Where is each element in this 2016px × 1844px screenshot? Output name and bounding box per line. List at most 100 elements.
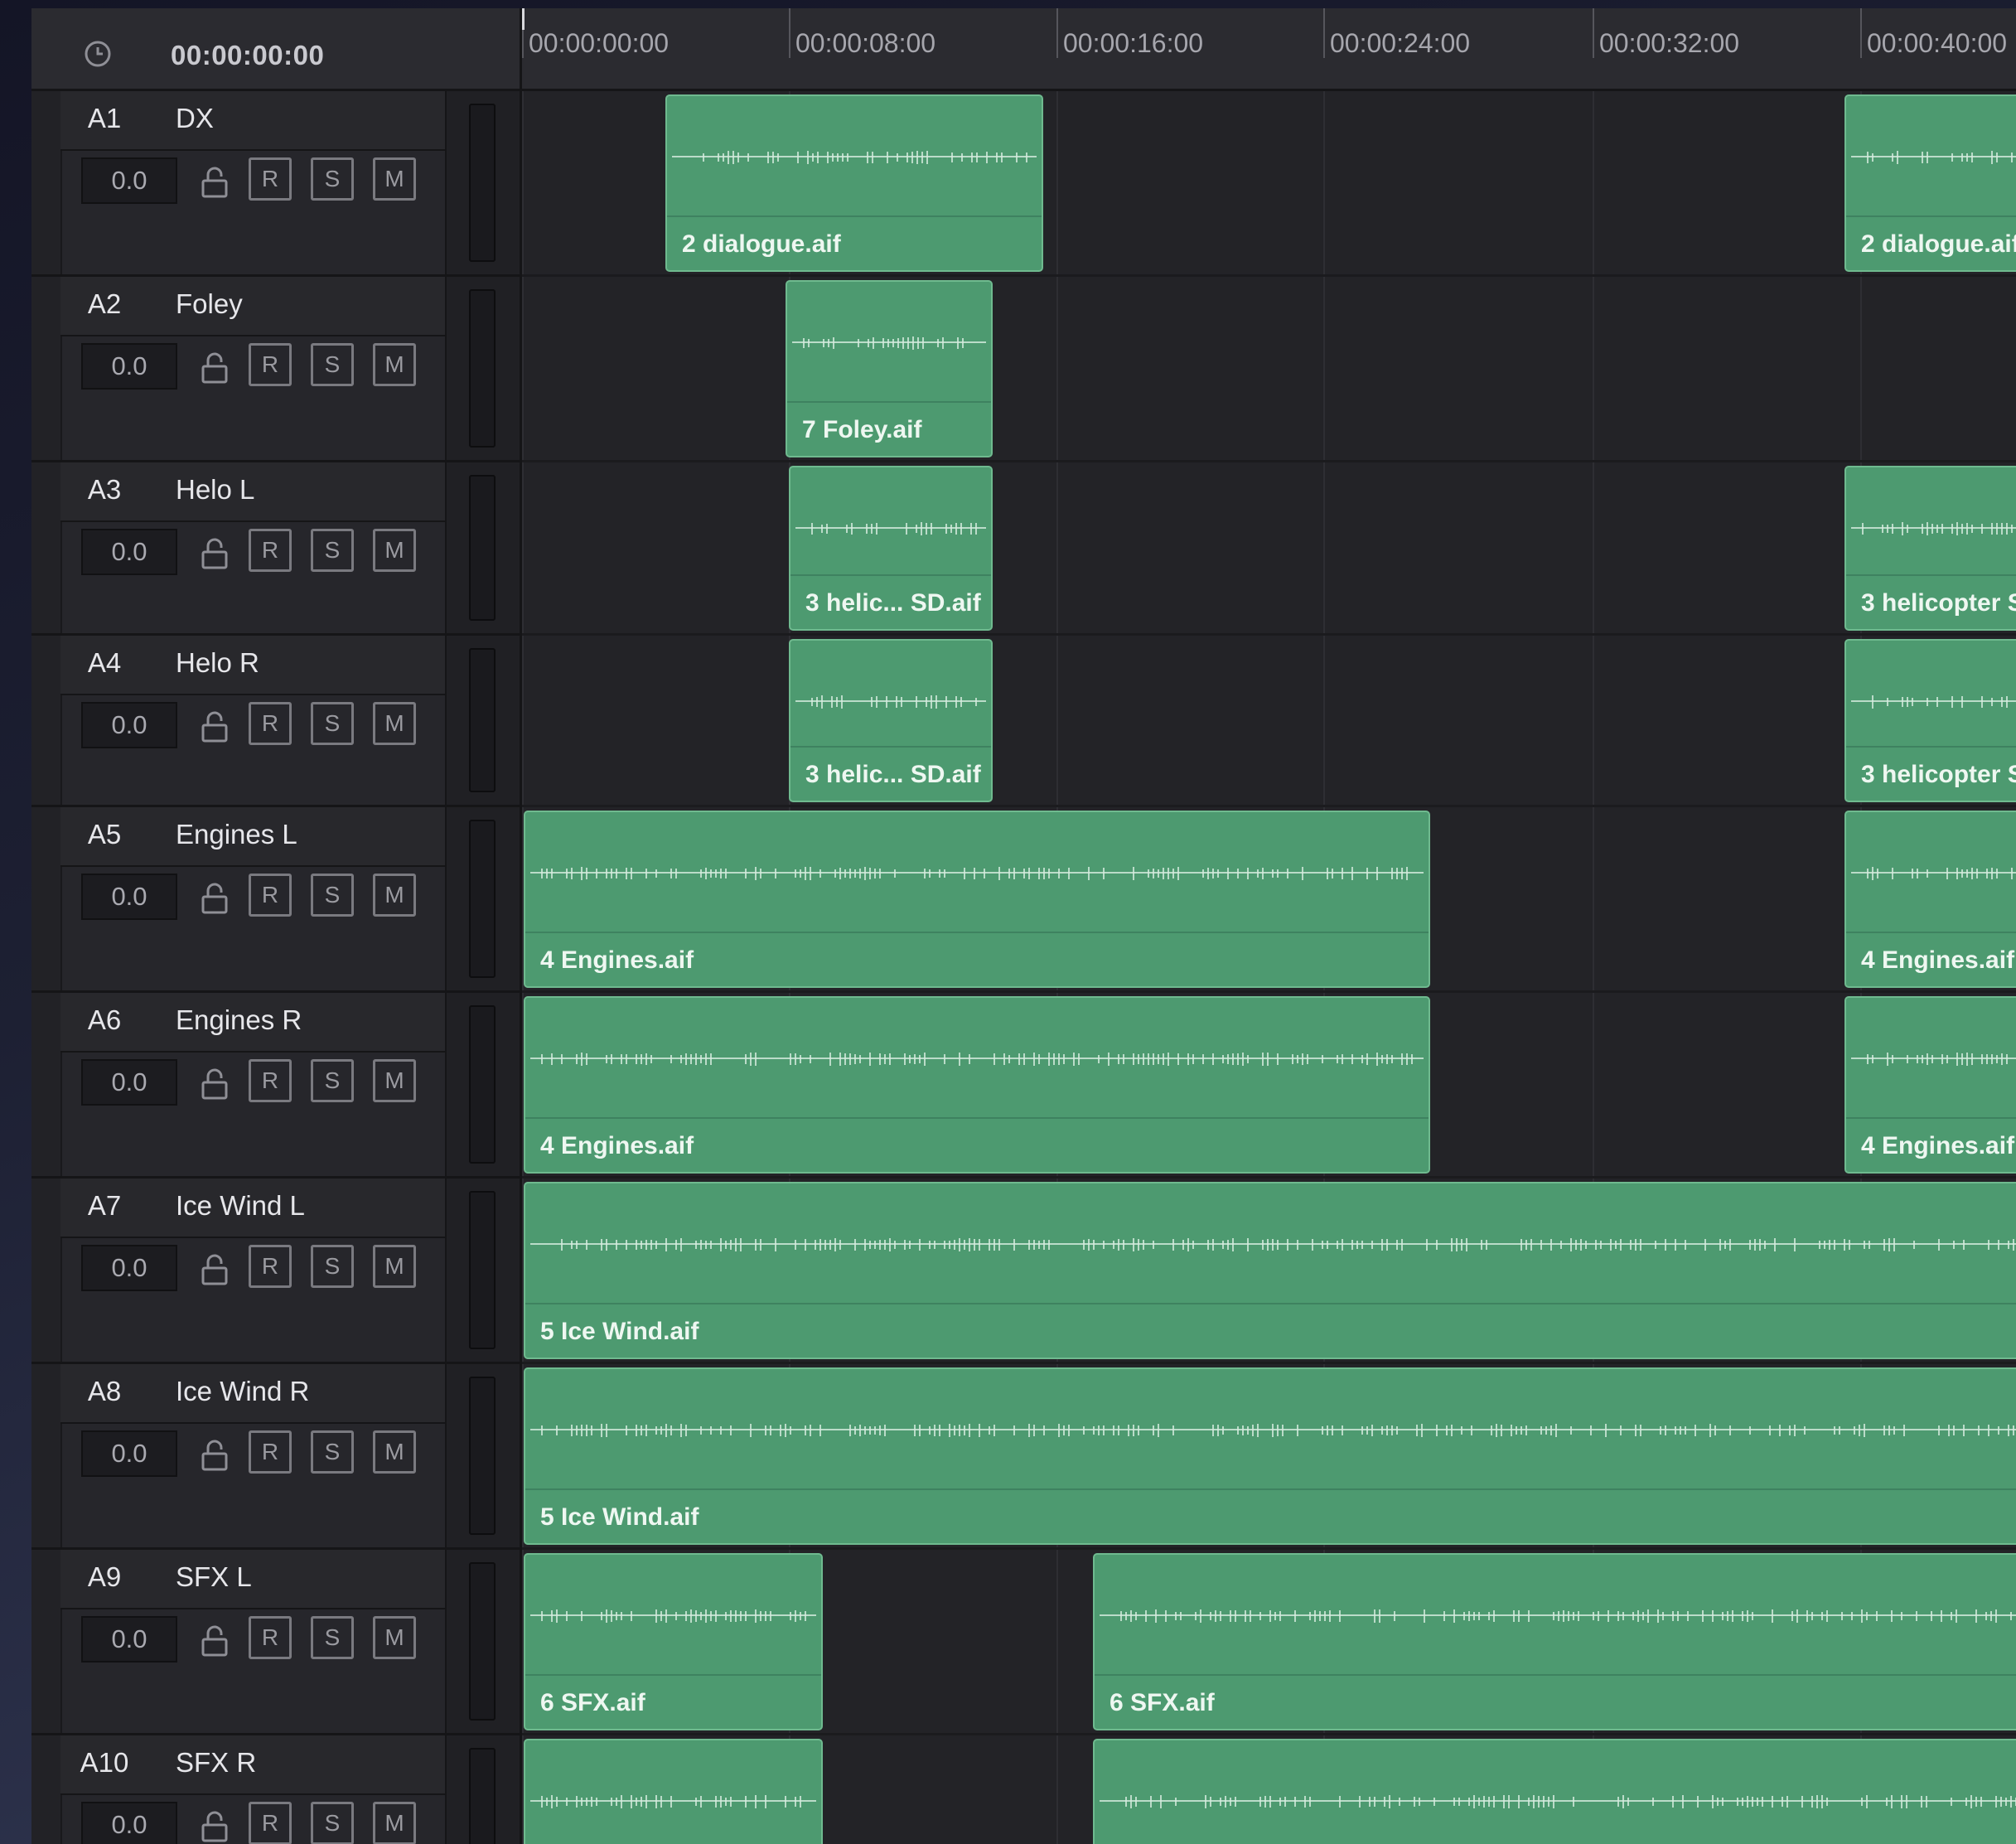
ruler-label: 00:00:16:00 — [1063, 28, 1204, 58]
track-volume[interactable]: 0.0 — [81, 157, 177, 204]
audio-clip[interactable] — [1093, 1739, 2016, 1844]
mute-button[interactable]: M — [373, 1616, 416, 1659]
record-button[interactable]: R — [249, 343, 292, 386]
time-ruler[interactable]: 00:00:00:00 00:00:08:00 00:00:16:00 00:00:2… — [522, 8, 2016, 91]
lock-icon[interactable] — [201, 1624, 229, 1658]
record-button[interactable]: R — [249, 157, 292, 201]
track-volume[interactable]: 0.0 — [81, 874, 177, 920]
lock-icon[interactable] — [201, 710, 229, 743]
track-name[interactable]: Engines R — [176, 1004, 302, 1036]
audio-clip[interactable]: 3 helicopter SD.aif — [1844, 466, 2016, 631]
audio-clip[interactable]: 7 Foley.aif — [786, 280, 993, 457]
lock-icon[interactable] — [201, 882, 229, 915]
record-button[interactable]: R — [249, 1616, 292, 1659]
track-name[interactable]: DX — [176, 103, 214, 134]
audio-clip[interactable]: 4 Engines.aif — [1844, 811, 2016, 988]
mute-button[interactable]: M — [373, 874, 416, 917]
solo-button[interactable]: S — [311, 529, 354, 572]
mute-button[interactable]: M — [373, 343, 416, 386]
track-name[interactable]: SFX R — [176, 1747, 256, 1779]
track-name[interactable]: Ice Wind R — [176, 1376, 309, 1407]
mute-button[interactable]: M — [373, 1059, 416, 1102]
track-name-cell[interactable]: Engines L — [148, 807, 445, 867]
audio-clip[interactable]: 6 SFX.aif — [1093, 1553, 2016, 1730]
level-meter — [469, 648, 496, 792]
track-name[interactable]: Helo R — [176, 647, 259, 679]
record-button[interactable]: R — [249, 1802, 292, 1844]
track-volume[interactable]: 0.0 — [81, 1245, 177, 1291]
lock-icon[interactable] — [201, 1439, 229, 1472]
track-name[interactable]: Ice Wind L — [176, 1190, 305, 1222]
record-button[interactable]: R — [249, 1245, 292, 1288]
lock-icon[interactable] — [201, 351, 229, 385]
record-button[interactable]: R — [249, 874, 292, 917]
solo-button[interactable]: S — [311, 1059, 354, 1102]
lock-icon[interactable] — [201, 537, 229, 570]
mute-button[interactable]: M — [373, 702, 416, 745]
track-volume[interactable]: 0.0 — [81, 343, 177, 390]
audio-clip[interactable]: 2 dialogue.aif — [1844, 94, 2016, 272]
meter-column — [445, 1735, 522, 1844]
track-name-cell[interactable]: SFX L — [148, 1550, 445, 1609]
solo-button[interactable]: S — [311, 702, 354, 745]
track-name-cell[interactable]: Ice Wind L — [148, 1179, 445, 1238]
track-volume[interactable]: 0.0 — [81, 702, 177, 748]
track-volume[interactable]: 0.0 — [81, 1430, 177, 1477]
track-name[interactable]: Helo L — [176, 474, 254, 506]
solo-button[interactable]: S — [311, 1245, 354, 1288]
mute-button[interactable]: M — [373, 529, 416, 572]
level-meter — [469, 104, 496, 262]
audio-clip[interactable]: 4 Engines.aif — [524, 811, 1430, 988]
record-button[interactable]: R — [249, 529, 292, 572]
audio-clip[interactable]: 4 Engines.aif — [524, 996, 1430, 1174]
mute-button[interactable]: M — [373, 157, 416, 201]
track-name-cell[interactable]: Ice Wind R — [148, 1364, 445, 1424]
track-volume[interactable]: 0.0 — [81, 1802, 177, 1844]
audio-clip[interactable]: 3 helic... SD.aif — [789, 639, 993, 802]
audio-clip[interactable]: 5 Ice Wind.aif — [524, 1182, 2016, 1359]
audio-clip[interactable]: 5 Ice Wind.aif — [524, 1367, 2016, 1545]
audio-clip[interactable] — [524, 1739, 823, 1844]
lock-icon[interactable] — [201, 1253, 229, 1286]
track-name[interactable]: SFX L — [176, 1561, 252, 1593]
track-name[interactable]: Foley — [176, 288, 243, 320]
mute-button[interactable]: M — [373, 1245, 416, 1288]
audio-clip[interactable]: 3 helicopter SD.aif — [1844, 639, 2016, 802]
audio-clip[interactable]: 3 helic... SD.aif — [789, 466, 993, 631]
record-button[interactable]: R — [249, 1430, 292, 1474]
track-name-cell[interactable]: Helo L — [148, 462, 445, 522]
solo-button[interactable]: S — [311, 874, 354, 917]
record-button[interactable]: R — [249, 1059, 292, 1102]
audio-clip[interactable]: 6 SFX.aif — [524, 1553, 823, 1730]
solo-button[interactable]: S — [311, 157, 354, 201]
lock-icon[interactable] — [201, 1067, 229, 1101]
clock-icon[interactable] — [84, 40, 112, 68]
track-id: A5 — [87, 819, 122, 849]
track-volume[interactable]: 0.0 — [81, 529, 177, 575]
timecode-display[interactable]: 00:00:00:00 — [171, 40, 324, 71]
track-name-cell[interactable]: Foley — [148, 277, 445, 336]
ruler-tick — [1593, 8, 1594, 58]
track-name-cell[interactable]: DX — [148, 91, 445, 151]
track-header-a3: A3 Helo L 0.0 R S M — [31, 462, 522, 636]
track-name-cell[interactable]: Helo R — [148, 636, 445, 695]
playhead[interactable] — [522, 8, 525, 30]
mute-button[interactable]: M — [373, 1430, 416, 1474]
solo-button[interactable]: S — [311, 1802, 354, 1844]
lock-icon[interactable] — [201, 1810, 229, 1843]
track-name-cell[interactable]: SFX R — [148, 1735, 445, 1795]
record-button[interactable]: R — [249, 702, 292, 745]
track-volume[interactable]: 0.0 — [81, 1616, 177, 1663]
track-name-cell[interactable]: Engines R — [148, 993, 445, 1053]
mute-button[interactable]: M — [373, 1802, 416, 1844]
solo-button[interactable]: S — [311, 343, 354, 386]
audio-clip[interactable]: 4 Engines.aif — [1844, 996, 2016, 1174]
clip-divider — [1846, 746, 2016, 748]
lock-icon[interactable] — [201, 166, 229, 199]
solo-button[interactable]: S — [311, 1616, 354, 1659]
audio-clip[interactable]: 2 dialogue.aif — [665, 94, 1043, 272]
track-volume[interactable]: 0.0 — [81, 1059, 177, 1106]
ruler-label: 00:00:32:00 — [1599, 28, 1740, 58]
solo-button[interactable]: S — [311, 1430, 354, 1474]
track-name[interactable]: Engines L — [176, 819, 297, 850]
